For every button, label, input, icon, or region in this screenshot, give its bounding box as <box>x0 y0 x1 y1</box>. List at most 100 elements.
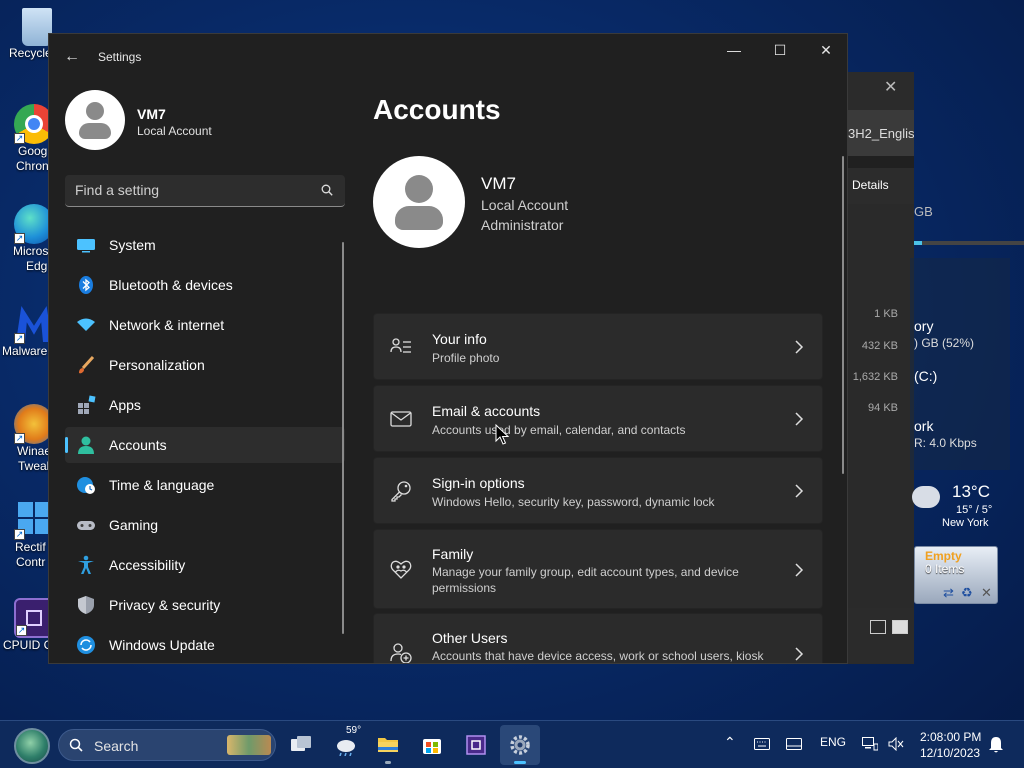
chevron-right-icon <box>795 484 804 498</box>
cloud-rain-icon <box>912 486 940 508</box>
task-view-button[interactable] <box>281 725 321 765</box>
card-sign-in-options[interactable]: Sign-in options Windows Hello, security … <box>373 457 823 524</box>
desktop-icon-edge[interactable]: ↗ Micros Edg <box>0 204 54 274</box>
sidebar-item-label: Windows Update <box>109 637 215 653</box>
start-button[interactable] <box>14 728 50 764</box>
profile-type: Local Account <box>137 124 212 138</box>
sidebar-item-label: Network & internet <box>109 317 225 333</box>
search-input[interactable] <box>75 175 305 205</box>
file-explorer-button[interactable] <box>368 725 408 765</box>
sidebar-nav: System Bluetooth & devices Network & int… <box>65 227 345 663</box>
card-other-users[interactable]: Other Users Accounts that have device ac… <box>373 613 823 663</box>
background-window-tab[interactable]: 3H2_Englis <box>848 110 914 156</box>
card-your-info[interactable]: Your info Profile photo <box>373 313 823 380</box>
bluetooth-icon <box>79 276 93 294</box>
sidebar-scrollbar[interactable] <box>342 242 344 634</box>
taskbar-search-label: Search <box>94 738 139 754</box>
desktop-icon-chrome[interactable]: ↗ Goog Chron <box>0 104 54 174</box>
content-scrollbar[interactable] <box>842 156 844 474</box>
search-icon[interactable] <box>321 184 333 196</box>
minimize-button[interactable]: — <box>711 34 757 66</box>
details-button[interactable]: Details <box>848 168 914 204</box>
sidebar-item-label: Apps <box>109 397 141 413</box>
desktop-icon-label: Micros <box>13 244 48 258</box>
card-description: Windows Hello, security key, password, d… <box>432 495 715 509</box>
desktop-icon-label: Winae <box>17 444 48 458</box>
network-icon[interactable] <box>862 737 878 751</box>
chevron-right-icon <box>795 412 804 426</box>
card-email-accounts[interactable]: Email & accounts Accounts used by email,… <box>373 385 823 452</box>
titlebar[interactable]: ← Settings — ☐ ✕ <box>49 34 847 80</box>
folder-icon <box>378 738 398 752</box>
profile-name: VM7 <box>137 106 166 122</box>
taskbar-search[interactable]: Search <box>58 729 276 761</box>
settings-taskbar-button[interactable] <box>500 725 540 765</box>
desktop-icon-label: Tweak <box>18 459 48 473</box>
sidebar-item-time-language[interactable]: Time & language <box>65 467 345 503</box>
touchpad-icon[interactable] <box>786 738 802 750</box>
chevron-right-icon <box>795 340 804 354</box>
cpuid-button[interactable] <box>456 725 496 765</box>
maximize-button[interactable]: ☐ <box>757 34 803 66</box>
background-window-titlebar: ✕ <box>848 72 914 110</box>
running-indicator <box>514 761 526 764</box>
weather-widget[interactable]: 13°C 15° / 5° New York <box>912 480 1012 538</box>
speaker-muted-icon[interactable] <box>888 737 904 751</box>
sidebar-item-accessibility[interactable]: Accessibility <box>65 547 345 583</box>
sidebar-item-bluetooth[interactable]: Bluetooth & devices <box>65 267 345 303</box>
desktop-icon-malwarebytes[interactable]: ↗ Malware <box>0 304 52 359</box>
desktop-icon-rectify[interactable]: ↗ Rectif Contr <box>0 500 50 570</box>
microsoft-store-button[interactable] <box>412 725 452 765</box>
card-title: Email & accounts <box>432 403 541 419</box>
notification-bell-icon[interactable] <box>988 736 1004 754</box>
widgets-button[interactable]: 59° <box>326 725 366 765</box>
disk-label: (C:) <box>914 368 938 384</box>
background-explorer-window[interactable]: ✕ 3H2_Englis Details 1 KB 432 KB 1,632 K… <box>848 72 914 664</box>
tiles-view-icon[interactable] <box>892 620 908 634</box>
desktop-icon-winaero[interactable]: ↗ Winae Tweak <box>0 404 54 474</box>
weather-cloud-icon <box>337 740 355 756</box>
recycle-icon[interactable]: ♻ <box>961 585 973 601</box>
keyboard-icon[interactable] <box>754 738 770 750</box>
weather-range: 15° / 5° <box>956 504 993 516</box>
language-indicator[interactable]: ENG <box>820 735 846 749</box>
clock-date[interactable]: 12/10/2023 <box>920 746 980 760</box>
sidebar-item-privacy[interactable]: Privacy & security <box>65 587 345 623</box>
details-view-icon[interactable] <box>870 620 886 634</box>
recycle-bin-widget[interactable]: Empty 0 Items ⇄ ♻ ✕ <box>914 546 998 604</box>
back-button[interactable]: ← <box>61 46 83 68</box>
chevron-right-icon <box>795 563 804 577</box>
heart-people-icon <box>390 560 412 579</box>
profile-header[interactable]: VM7 Local Account <box>65 90 345 152</box>
sidebar-item-accounts[interactable]: Accounts <box>65 427 345 463</box>
sidebar-item-system[interactable]: System <box>65 227 345 263</box>
show-hidden-icons-chevron-icon[interactable]: ⌃ <box>724 734 736 751</box>
sidebar-item-label: Privacy & security <box>109 597 221 613</box>
card-description: Manage your family group, edit account t… <box>432 565 739 595</box>
sidebar-item-apps[interactable]: Apps <box>65 387 345 423</box>
background-window-file-list: 1 KB 432 KB 1,632 KB 94 KB <box>848 204 914 608</box>
window-title: Settings <box>98 50 142 64</box>
card-title: Family <box>432 546 474 562</box>
weather-temperature: 13°C <box>952 482 990 501</box>
close-icon[interactable]: ✕ <box>884 77 897 97</box>
sidebar-item-personalization[interactable]: Personalization <box>65 347 345 383</box>
card-title: Sign-in options <box>432 475 525 491</box>
apps-grid-icon <box>78 395 96 414</box>
sidebar-item-gaming[interactable]: Gaming <box>65 507 345 543</box>
desktop-icon-cpuid[interactable]: ↗ CPUID C <box>0 598 54 653</box>
person-icon <box>78 436 94 454</box>
card-description: Profile photo <box>432 351 500 365</box>
card-title: Your info <box>432 331 487 347</box>
desktop-icon-recycle-bin[interactable]: Recycle <box>0 8 52 61</box>
close-icon[interactable]: ✕ <box>981 585 992 601</box>
close-button[interactable]: ✕ <box>803 34 847 66</box>
desktop-icon-label: Recycle <box>9 46 48 60</box>
clock-time[interactable]: 2:08:00 PM <box>920 730 981 744</box>
card-family[interactable]: Family Manage your family group, edit ac… <box>373 529 823 609</box>
accessibility-icon <box>78 555 94 574</box>
sidebar-item-network[interactable]: Network & internet <box>65 307 345 343</box>
refresh-icon[interactable]: ⇄ <box>943 585 954 601</box>
search-box[interactable] <box>65 175 345 207</box>
sidebar-item-windows-update[interactable]: Windows Update <box>65 627 345 663</box>
